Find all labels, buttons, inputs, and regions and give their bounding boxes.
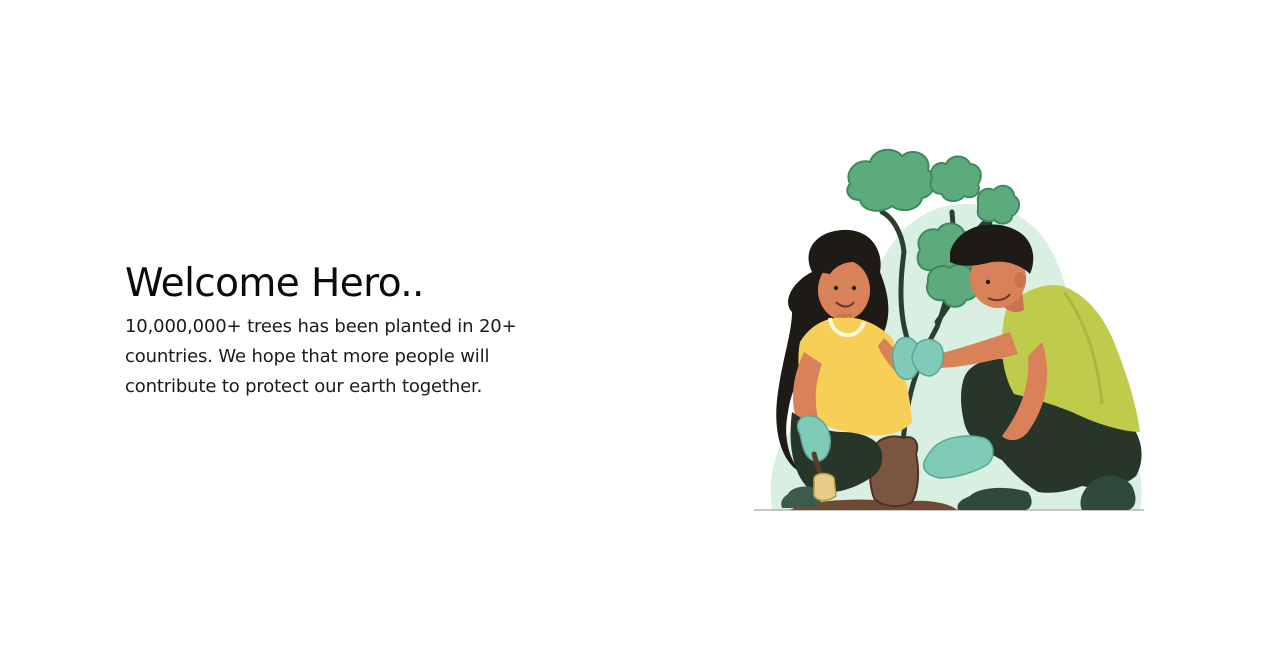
hero-title: Welcome Hero..: [125, 261, 424, 306]
tree-planting-svg: [754, 148, 1144, 511]
hero-text-block: Welcome Hero.. 10,000,000+ trees has bee…: [125, 258, 565, 402]
tree-planting-illustration: [752, 142, 1148, 514]
hero-description: 10,000,000+ trees has been planted in 20…: [125, 316, 517, 397]
